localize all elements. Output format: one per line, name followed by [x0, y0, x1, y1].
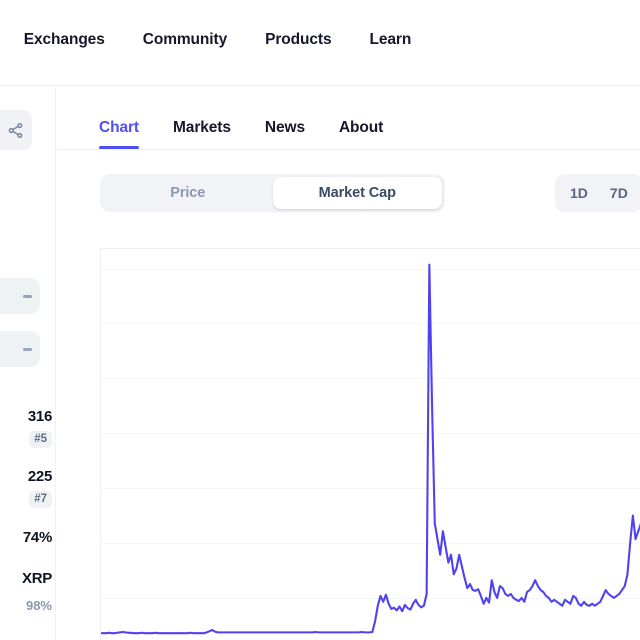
nav-item-products[interactable]: Products	[265, 30, 331, 50]
top-nav-items: ocurrencies Exchanges Community Products…	[0, 30, 412, 50]
percent-change-value: 74%	[22, 529, 52, 546]
left-sidebar: 316 #5 225 #7 74% XRP 98%	[0, 86, 56, 640]
stat-value: 316	[27, 408, 52, 425]
chart-gridlines	[101, 269, 640, 599]
toggle-option-market-cap[interactable]: Market Cap	[272, 177, 442, 209]
rank-badge: #5	[29, 431, 52, 448]
market-cap-line-chart[interactable]	[101, 249, 640, 640]
price-marketcap-toggle: Price Market Cap	[100, 174, 445, 212]
sidebar-ticker-block: XRP 98%	[0, 570, 55, 614]
ticker-symbol: XRP	[22, 570, 52, 587]
chart-controls-row: Price Market Cap 1D 7D	[57, 150, 640, 216]
sidebar-pill-button-2[interactable]	[0, 331, 40, 367]
pill-dash-icon	[23, 347, 32, 351]
top-navigation-bar: ocurrencies Exchanges Community Products…	[0, 0, 640, 86]
pill-dash-icon	[23, 294, 32, 298]
page-root: ocurrencies Exchanges Community Products…	[0, 0, 640, 640]
sidebar-pill-button-1[interactable]	[0, 278, 40, 314]
tab-chart[interactable]: Chart	[99, 118, 139, 149]
nav-item-exchanges[interactable]: Exchanges	[24, 30, 105, 50]
share-icon	[8, 122, 22, 138]
chart-line-series	[101, 263, 640, 635]
chart-panel[interactable]	[100, 248, 640, 640]
stat-value: 225	[27, 468, 52, 485]
tab-about[interactable]: About	[339, 118, 383, 149]
rank-badge: #7	[29, 491, 52, 508]
nav-item-learn[interactable]: Learn	[369, 30, 411, 50]
nav-item-community[interactable]: Community	[143, 30, 227, 50]
dominance-value: 98%	[25, 598, 52, 613]
range-button-7d[interactable]: 7D	[601, 179, 637, 207]
sidebar-stat-2: 225 #7	[0, 468, 55, 508]
toggle-option-price[interactable]: Price	[103, 177, 273, 209]
share-button[interactable]	[0, 110, 32, 150]
tab-list: Chart Markets News About	[99, 93, 383, 149]
tab-markets[interactable]: Markets	[173, 118, 231, 149]
tab-bar: Chart Markets News About	[57, 86, 640, 150]
tab-news[interactable]: News	[265, 118, 305, 149]
sidebar-percent-change: 74%	[0, 529, 55, 547]
time-range-selector: 1D 7D	[555, 174, 640, 212]
main-content: Chart Markets News About Price Market Ca…	[57, 86, 640, 640]
sidebar-stat-1: 316 #5	[0, 408, 55, 448]
range-button-1d[interactable]: 1D	[561, 179, 597, 207]
